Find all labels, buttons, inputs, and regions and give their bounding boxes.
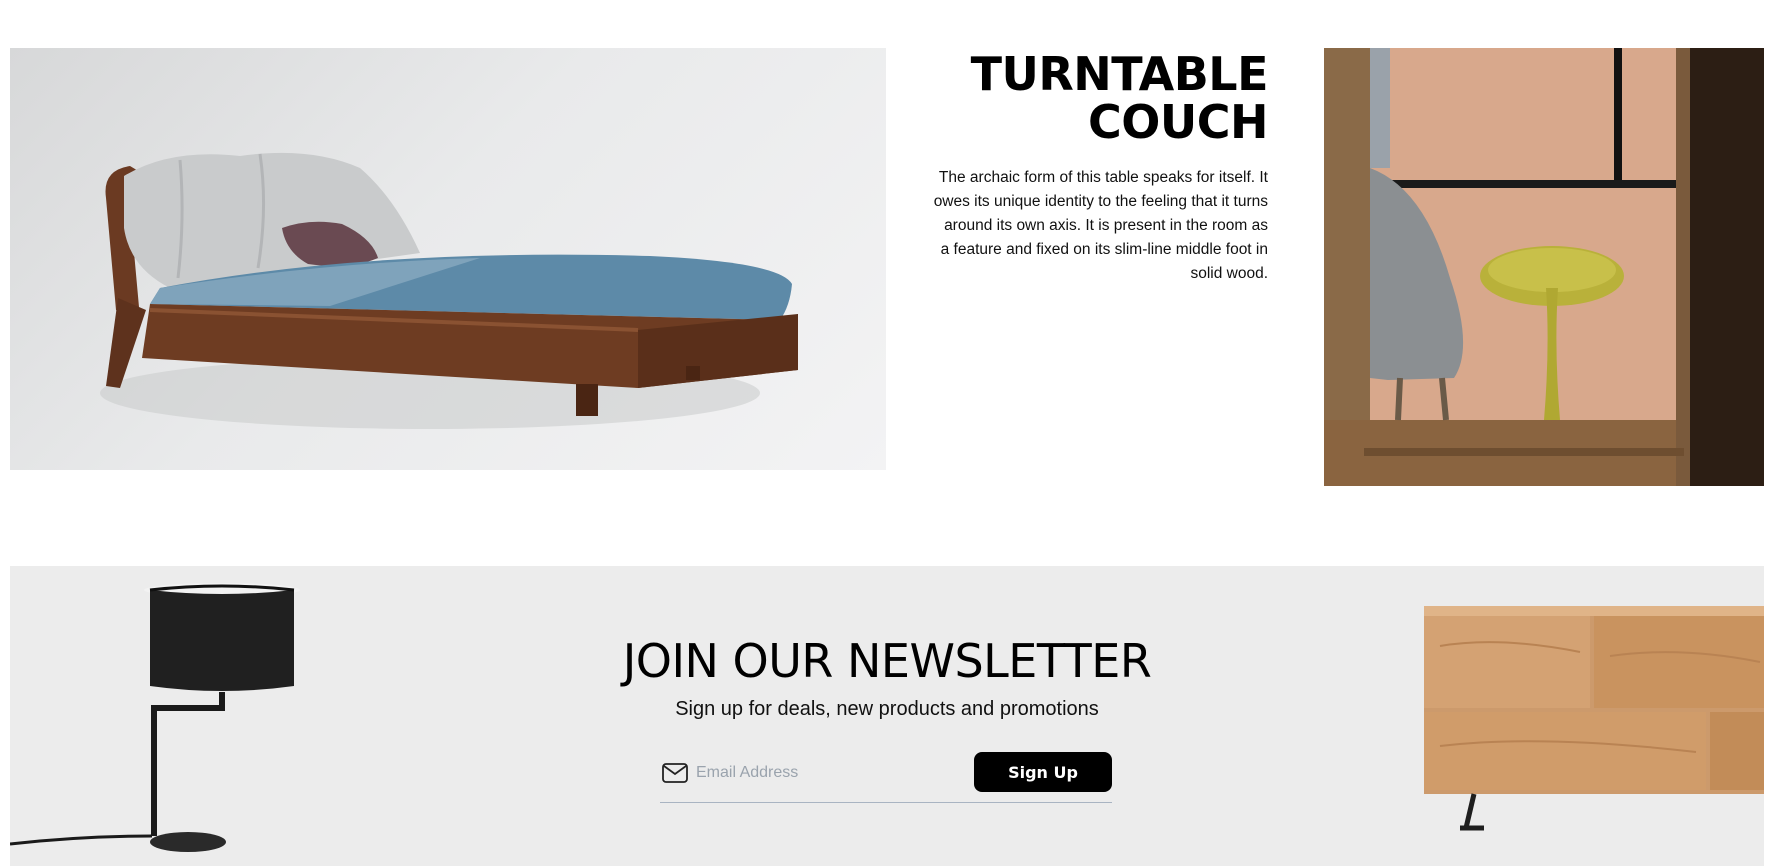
newsletter-subtitle: Sign up for deals, new products and prom… [675,698,1099,720]
email-input[interactable] [696,756,966,790]
newsletter-title: JOIN OUR NEWSLETTER [622,634,1152,688]
product-title: TURNTABLE COUCH [970,47,1269,149]
mail-icon [662,762,688,789]
product-title-line1: TURNTABLE [970,47,1269,101]
newsletter-section: JOIN OUR NEWSLETTER Sign up for deals, n… [10,566,1764,866]
turntable-table-photo [1324,48,1764,486]
sign-up-button[interactable]: Sign Up [974,752,1112,792]
product-title-line2: COUCH [1088,95,1268,149]
bed-photo [10,48,886,470]
newsletter-signup-form: Sign Up [660,752,1112,803]
product-description: The archaic form of this table speaks fo… [933,169,1268,282]
